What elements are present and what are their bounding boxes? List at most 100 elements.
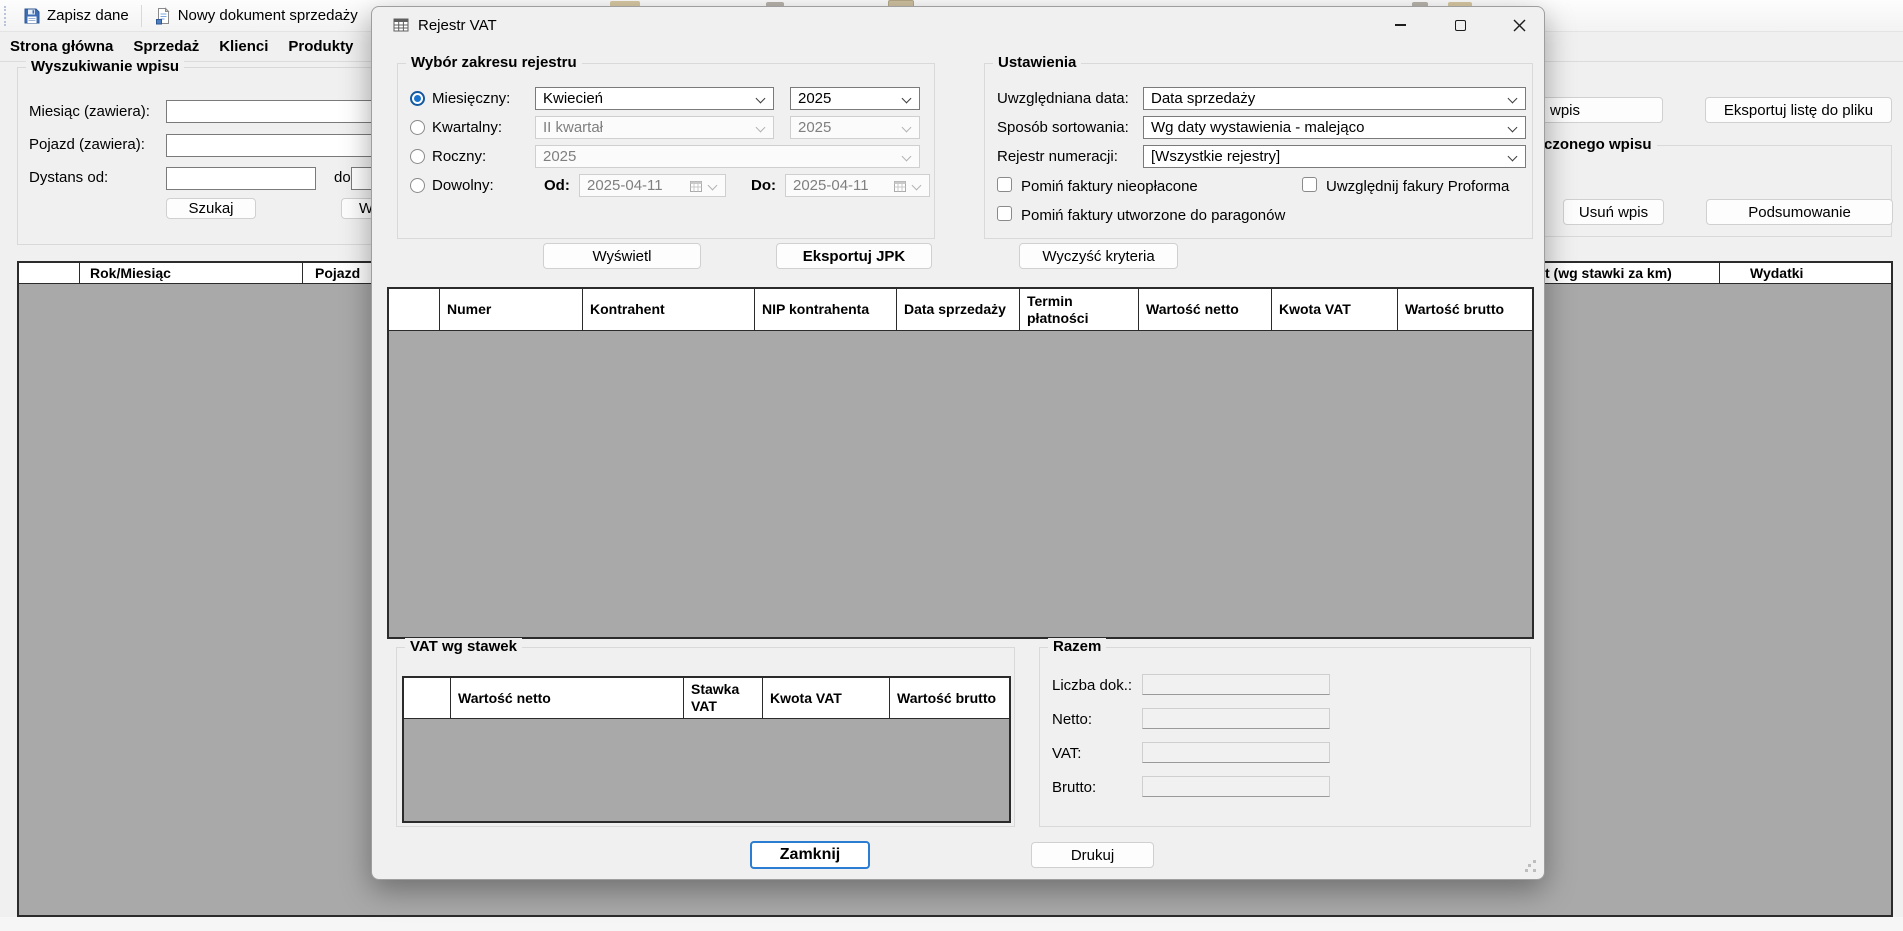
menu-item-sales[interactable]: Sprzedaż bbox=[123, 33, 209, 60]
include-proforma-checkbox[interactable] bbox=[1302, 177, 1317, 192]
toolbar-grip[interactable] bbox=[4, 6, 8, 26]
vat-by-rates-table-body[interactable] bbox=[404, 719, 1009, 821]
vat-register-table: Numer Kontrahent NIP kontrahenta Data sp… bbox=[387, 287, 1534, 639]
column-header-year-month[interactable]: Rok/Miesiąc bbox=[90, 265, 171, 281]
menu-item-home[interactable]: Strona główna bbox=[0, 33, 123, 60]
skip-receipt-invoices-checkbox[interactable] bbox=[997, 206, 1012, 221]
quarterly-label: Kwartalny: bbox=[432, 119, 502, 136]
close-dialog-button[interactable]: Zamknij bbox=[750, 841, 870, 869]
yearly-radio[interactable] bbox=[410, 149, 425, 164]
vat-register-table-header[interactable]: Numer Kontrahent NIP kontrahenta Data sp… bbox=[389, 289, 1532, 331]
chevron-down-icon bbox=[756, 123, 766, 133]
delete-entry-button[interactable]: Usuń wpis bbox=[1563, 199, 1664, 225]
calendar-icon bbox=[894, 180, 906, 192]
toolbar-separator bbox=[141, 5, 142, 27]
net-total-label: Netto: bbox=[1052, 711, 1092, 728]
save-data-button[interactable]: Zapisz dane bbox=[15, 2, 137, 30]
column-header-contractor[interactable]: Kontrahent bbox=[583, 289, 755, 330]
vat-total-field bbox=[1142, 742, 1330, 763]
vat-register-table-body[interactable] bbox=[389, 331, 1532, 637]
calendar-icon bbox=[690, 180, 702, 192]
search-entry-group-title: Wyszukiwanie wpisu bbox=[26, 58, 184, 75]
quarter-select-value: II kwartał bbox=[543, 119, 603, 136]
month-year-select[interactable]: 2025 bbox=[790, 87, 920, 110]
vat-register-dialog: Rejestr VAT Wybór zakresu rejestru Miesi… bbox=[371, 6, 1545, 880]
close-icon bbox=[1513, 19, 1526, 32]
column-header-contractor-nip[interactable]: NIP kontrahenta bbox=[755, 289, 897, 330]
vat-by-rates-table-header[interactable]: Wartość netto Stawka VAT Kwota VAT Warto… bbox=[404, 678, 1009, 719]
save-icon bbox=[23, 7, 41, 25]
chevron-down-icon bbox=[902, 152, 912, 162]
new-sales-document-button[interactable]: Nowy dokument sprzedaży bbox=[146, 2, 366, 30]
chevron-down-icon bbox=[1508, 152, 1518, 162]
column-header-gross-value[interactable]: Wartość brutto bbox=[1398, 289, 1532, 330]
column-header-vehicle[interactable]: Pojazd bbox=[315, 265, 360, 281]
quarter-select: II kwartał bbox=[535, 116, 774, 139]
dialog-title: Rejestr VAT bbox=[418, 17, 497, 34]
considered-date-select[interactable]: Data sprzedaży bbox=[1143, 87, 1526, 110]
column-header-vat-amount[interactable]: Kwota VAT bbox=[763, 678, 890, 718]
show-button[interactable]: Wyświetl bbox=[543, 243, 701, 269]
skip-unpaid-checkbox[interactable] bbox=[997, 177, 1012, 192]
distance-from-input[interactable] bbox=[166, 167, 316, 190]
custom-range-radio[interactable] bbox=[410, 178, 425, 193]
column-header-vat-amount[interactable]: Kwota VAT bbox=[1272, 289, 1398, 330]
sort-order-select[interactable]: Wg daty wystawienia - malejąco bbox=[1143, 116, 1526, 139]
quarterly-radio[interactable] bbox=[410, 120, 425, 135]
include-proforma-label[interactable]: Uwzględnij fakury Proforma bbox=[1326, 178, 1509, 195]
maximize-button[interactable] bbox=[1437, 7, 1483, 43]
column-header-gross-value[interactable]: Wartość brutto bbox=[890, 678, 1009, 718]
clear-criteria-button[interactable]: Wyczyść kryteria bbox=[1019, 243, 1178, 269]
close-button[interactable] bbox=[1496, 7, 1542, 43]
column-header-net-value[interactable]: Wartość netto bbox=[451, 678, 684, 718]
quarter-year-select-value: 2025 bbox=[798, 119, 831, 136]
custom-range-label: Dowolny: bbox=[432, 177, 494, 194]
new-document-icon bbox=[154, 7, 172, 25]
column-header-expenses[interactable]: Wydatki bbox=[1750, 265, 1803, 281]
column-header-number[interactable]: Numer bbox=[440, 289, 583, 330]
month-select[interactable]: Kwiecień bbox=[535, 87, 774, 110]
chevron-down-icon bbox=[708, 181, 718, 191]
chevron-down-icon bbox=[912, 181, 922, 191]
monthly-radio[interactable] bbox=[410, 91, 425, 106]
chevron-down-icon bbox=[1508, 94, 1518, 104]
minimize-icon bbox=[1395, 24, 1406, 26]
table-grid-icon bbox=[393, 17, 409, 33]
chevron-down-icon bbox=[902, 123, 912, 133]
search-button[interactable]: Szukaj bbox=[166, 198, 256, 219]
month-year-select-value: 2025 bbox=[798, 90, 831, 107]
considered-date-label: Uwzględniana data: bbox=[997, 90, 1129, 107]
export-list-to-file-button[interactable]: Eksportuj listę do pliku bbox=[1705, 97, 1892, 123]
print-button[interactable]: Drukuj bbox=[1031, 842, 1154, 868]
from-label: Od: bbox=[544, 177, 570, 194]
distance-from-label: Dystans od: bbox=[29, 169, 108, 186]
skip-unpaid-label[interactable]: Pomiń faktury nieopłacone bbox=[1021, 178, 1198, 195]
numbering-register-select[interactable]: [Wszystkie rejestry] bbox=[1143, 145, 1526, 168]
minimize-button[interactable] bbox=[1377, 7, 1423, 43]
month-select-value: Kwiecień bbox=[543, 90, 603, 107]
export-jpk-button[interactable]: Eksportuj JPK bbox=[776, 243, 932, 269]
column-header-payment-due[interactable]: Termin płatności bbox=[1020, 289, 1139, 330]
column-header-sale-date[interactable]: Data sprzedaży bbox=[897, 289, 1020, 330]
summary-button[interactable]: Podsumowanie bbox=[1706, 199, 1893, 225]
from-date-value: 2025-04-11 bbox=[587, 177, 663, 194]
menu-item-clients[interactable]: Klienci bbox=[209, 33, 278, 60]
column-header-net-value[interactable]: Wartość netto bbox=[1139, 289, 1272, 330]
skip-receipt-invoices-label[interactable]: Pomiń faktury utworzone do paragonów bbox=[1021, 207, 1285, 224]
column-header-cost-per-km[interactable]: t (wg stawki za km) bbox=[1545, 265, 1672, 281]
column-header-vat-rate[interactable]: Stawka VAT bbox=[684, 678, 763, 718]
column-header-selector[interactable] bbox=[389, 289, 440, 330]
vat-by-rates-title: VAT wg stawek bbox=[405, 638, 522, 655]
vat-by-rates-group: VAT wg stawek Wartość netto Stawka VAT K… bbox=[396, 647, 1015, 827]
menu-item-products[interactable]: Produkty bbox=[278, 33, 363, 60]
selected-entry-group: czonego wpisu Usuń wpis Podsumowanie bbox=[1498, 145, 1892, 237]
sort-order-value: Wg daty wystawienia - malejąco bbox=[1151, 119, 1364, 136]
column-header-selector[interactable] bbox=[404, 678, 451, 718]
desktop: { "main_window": { "toolbar": { "save": … bbox=[0, 0, 1903, 931]
resize-grip[interactable] bbox=[1522, 858, 1536, 872]
monthly-label: Miesięczny: bbox=[432, 90, 510, 107]
dialog-titlebar[interactable]: Rejestr VAT bbox=[372, 7, 1544, 43]
gross-total-label: Brutto: bbox=[1052, 779, 1096, 796]
net-total-field bbox=[1142, 708, 1330, 729]
considered-date-value: Data sprzedaży bbox=[1151, 90, 1255, 107]
